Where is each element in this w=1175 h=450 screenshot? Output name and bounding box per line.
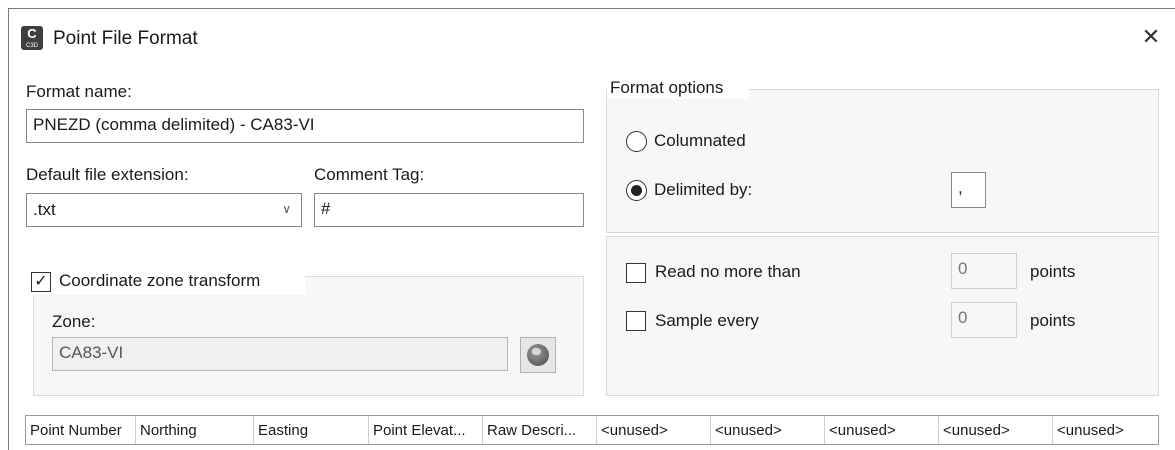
comment-tag-label: Comment Tag:: [314, 165, 425, 184]
coordinate-transform-checkbox[interactable]: ✓: [31, 272, 51, 292]
sample-every-checkbox[interactable]: [626, 311, 646, 331]
app-icon-sub: C3D: [25, 43, 38, 49]
globe-icon: [527, 344, 549, 366]
column-header[interactable]: Easting: [254, 416, 369, 444]
default-extension-select[interactable]: .txt ∨: [26, 193, 302, 227]
column-header[interactable]: <unused>: [597, 416, 711, 444]
column-header-row: Point Number Northing Easting Point Elev…: [25, 415, 1159, 445]
column-header[interactable]: <unused>: [1053, 416, 1158, 444]
sample-every-label: Sample every: [655, 311, 759, 330]
column-header[interactable]: Northing: [136, 416, 254, 444]
format-name-label: Format name:: [26, 82, 132, 101]
delimited-label: Delimited by:: [654, 180, 753, 199]
columnated-radio[interactable]: [626, 131, 647, 152]
delimited-radio[interactable]: [626, 180, 647, 201]
dialog-title: Point File Format: [53, 28, 198, 49]
column-header[interactable]: <unused>: [825, 416, 939, 444]
chevron-down-icon: ∨: [282, 202, 291, 216]
read-no-more-label: Read no more than: [655, 262, 801, 281]
app-icon: C C3D: [21, 26, 43, 50]
format-options-group: [606, 89, 1159, 233]
column-header[interactable]: <unused>: [939, 416, 1053, 444]
comment-tag-input[interactable]: #: [314, 193, 584, 227]
column-header[interactable]: <unused>: [711, 416, 825, 444]
read-no-more-unit: points: [1030, 262, 1076, 281]
read-no-more-input[interactable]: 0: [951, 253, 1017, 289]
column-header[interactable]: Point Elevat...: [369, 416, 483, 444]
column-header[interactable]: Point Number: [26, 416, 136, 444]
default-extension-label: Default file extension:: [26, 165, 189, 184]
format-name-input[interactable]: PNEZD (comma delimited) - CA83-VI: [26, 109, 584, 143]
format-options-label: Format options: [610, 78, 724, 97]
default-extension-value: .txt: [33, 200, 56, 219]
delimiter-input[interactable]: ,: [951, 172, 986, 208]
zone-select-button[interactable]: [520, 337, 556, 373]
coordinate-transform-label: Coordinate zone transform: [59, 271, 261, 290]
app-icon-letter: C: [27, 26, 37, 41]
title-bar: C C3D Point File Format ✕: [9, 9, 1175, 63]
column-header[interactable]: Raw Descri...: [483, 416, 597, 444]
zone-input[interactable]: CA83-VI: [52, 337, 508, 371]
read-no-more-checkbox[interactable]: [626, 263, 646, 283]
close-icon: ✕: [1141, 24, 1161, 49]
sample-every-unit: points: [1030, 311, 1076, 330]
columnated-label: Columnated: [654, 131, 746, 150]
sample-every-input[interactable]: 0: [951, 302, 1017, 338]
radio-selected-dot: [631, 185, 642, 196]
point-file-format-dialog: C C3D Point File Format ✕ Format name: P…: [8, 8, 1175, 450]
close-button[interactable]: ✕: [1139, 24, 1163, 50]
zone-label: Zone:: [52, 312, 96, 331]
